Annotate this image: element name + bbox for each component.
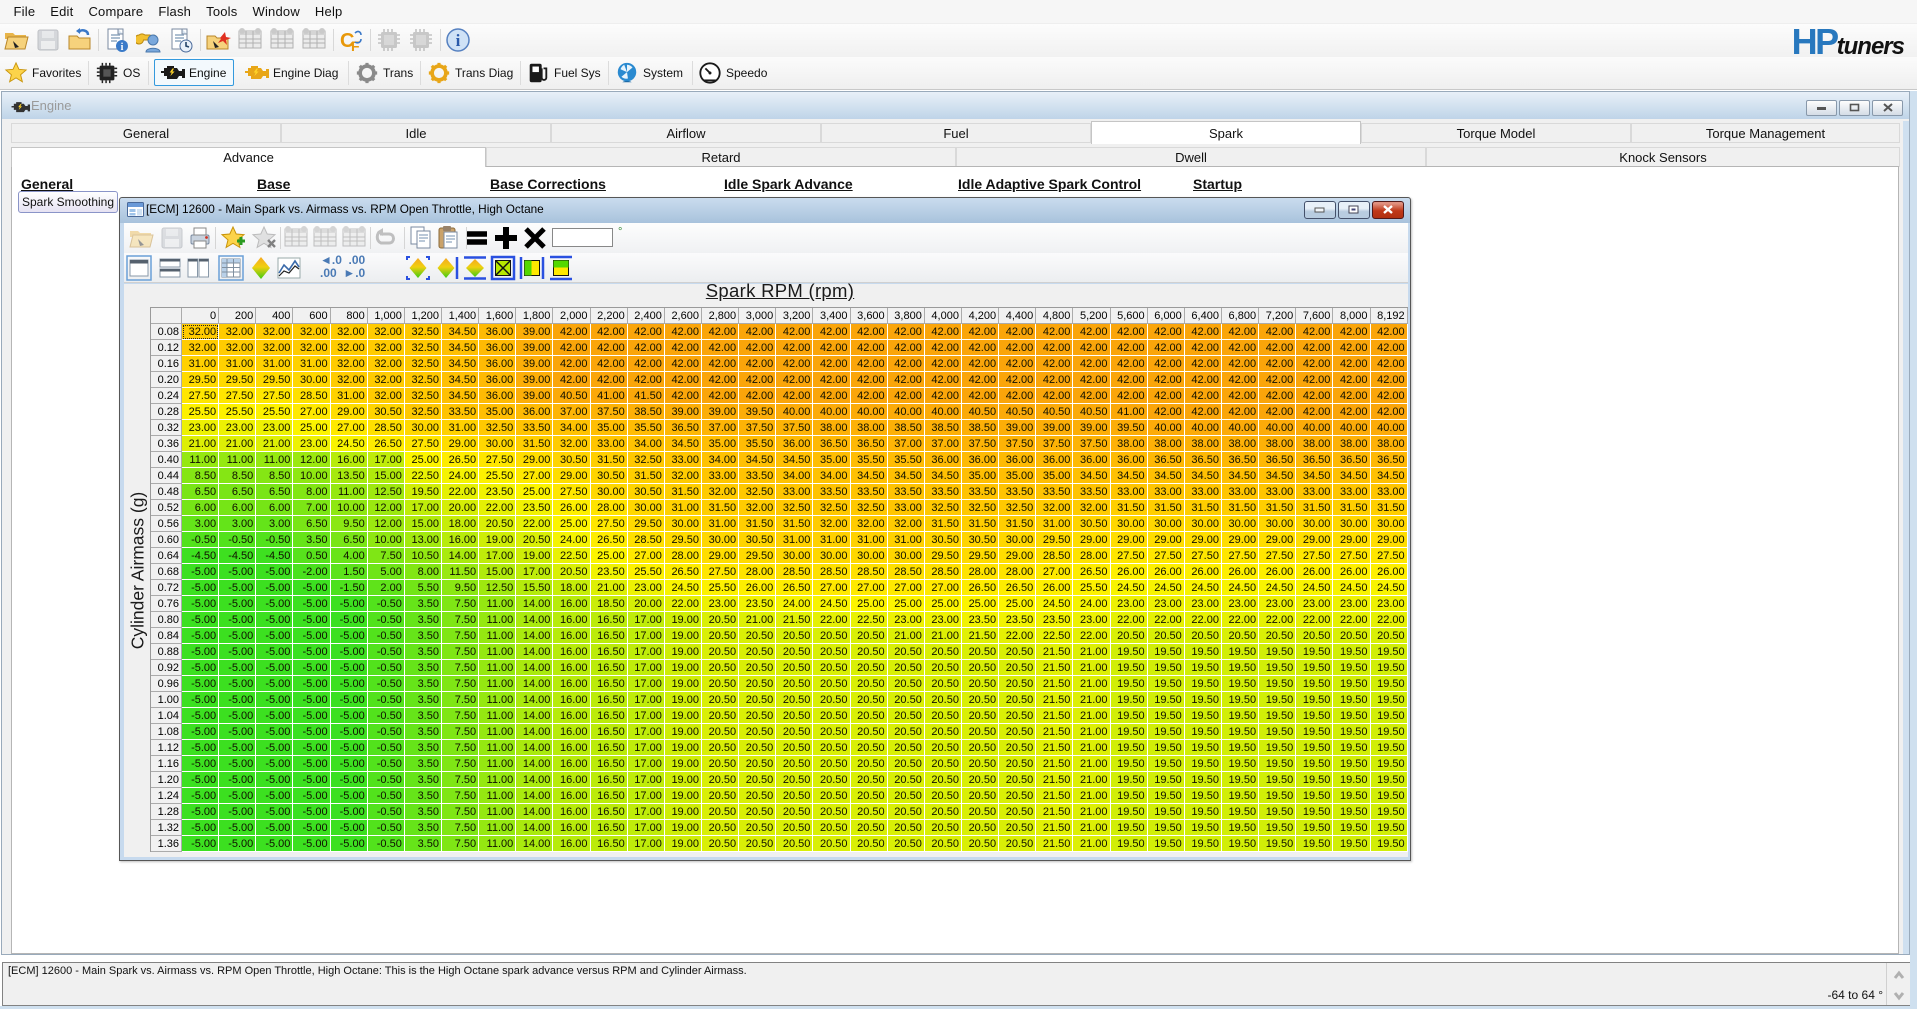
svg-text:i: i: [456, 31, 461, 50]
svg-text:F: F: [351, 38, 360, 53]
svg-text:i: i: [121, 42, 124, 53]
